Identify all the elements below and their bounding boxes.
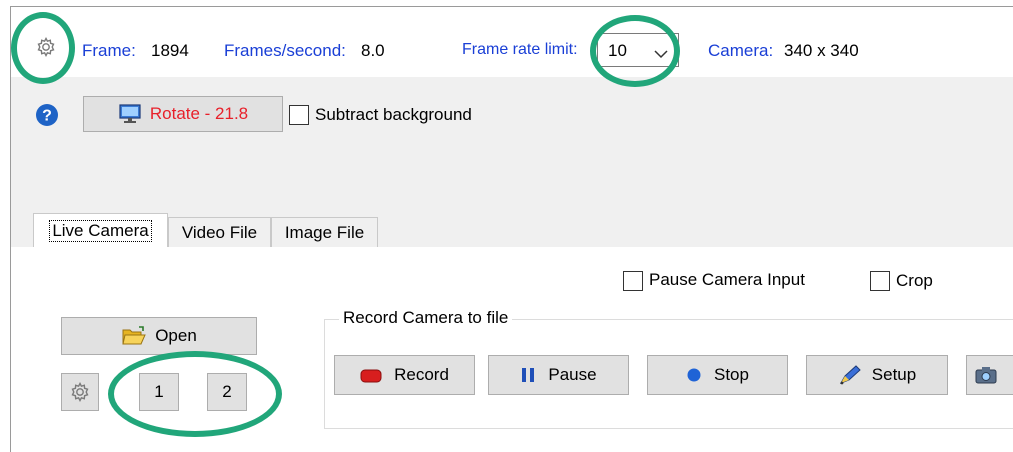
stop-icon bbox=[686, 367, 702, 383]
snapshot-button[interactable] bbox=[966, 355, 1013, 395]
gear-icon bbox=[69, 381, 91, 403]
subtract-background-checkbox[interactable] bbox=[289, 105, 309, 125]
camera-2-button[interactable]: 2 bbox=[207, 373, 247, 411]
app-window: Frame: 1894 Frames/second: 8.0 Frame rat… bbox=[10, 6, 1013, 452]
record-group-title: Record Camera to file bbox=[339, 308, 513, 328]
help-icon[interactable]: ? bbox=[35, 103, 59, 127]
stop-button[interactable]: Stop bbox=[647, 355, 788, 395]
monitor-icon bbox=[118, 104, 142, 124]
frame-label: Frame: bbox=[82, 41, 136, 60]
camera-1-button[interactable]: 1 bbox=[139, 373, 179, 411]
pause-camera-input-checkbox[interactable] bbox=[623, 271, 643, 291]
crop-label: Crop bbox=[896, 271, 933, 290]
tab-live-camera[interactable]: Live Camera bbox=[33, 213, 168, 247]
record-button[interactable]: Record bbox=[334, 355, 475, 395]
setup-button[interactable]: Setup bbox=[806, 355, 948, 395]
frame-rate-limit-select[interactable]: 10 bbox=[597, 33, 679, 67]
fps-label: Frames/second: bbox=[224, 41, 346, 60]
status-bar: Frame: 1894 Frames/second: 8.0 Frame rat… bbox=[11, 7, 1013, 77]
highlight-ring-camera-buttons bbox=[108, 351, 282, 437]
setup-pen-icon bbox=[838, 364, 862, 386]
svg-text:?: ? bbox=[42, 108, 52, 125]
camera-label: Camera: bbox=[708, 41, 774, 60]
frame-rate-limit-label: Frame rate limit: bbox=[462, 41, 578, 58]
camera-value: 340 x 340 bbox=[784, 41, 859, 60]
tab-image-file[interactable]: Image File bbox=[271, 217, 378, 247]
gear-icon[interactable] bbox=[35, 36, 57, 58]
frame-value: 1894 bbox=[151, 41, 189, 60]
camera-1-label: 1 bbox=[154, 382, 164, 401]
camera-settings-button[interactable] bbox=[61, 373, 99, 411]
frame-rate-limit-value: 10 bbox=[608, 41, 627, 60]
camera-icon bbox=[975, 366, 997, 384]
rotate-button[interactable]: Rotate - 21.8 bbox=[83, 96, 283, 132]
record-icon bbox=[360, 368, 382, 383]
chevron-down-icon bbox=[654, 44, 668, 64]
fps-value: 8.0 bbox=[361, 41, 385, 60]
record-label: Record bbox=[394, 365, 449, 384]
open-label: Open bbox=[155, 326, 197, 345]
pause-button[interactable]: Pause bbox=[488, 355, 629, 395]
subtract-background-label: Subtract background bbox=[315, 105, 472, 124]
open-button[interactable]: Open bbox=[61, 317, 257, 355]
pause-icon bbox=[520, 367, 536, 383]
folder-open-icon bbox=[121, 325, 147, 347]
stop-label: Stop bbox=[714, 365, 749, 384]
pause-camera-input-label: Pause Camera Input bbox=[649, 270, 805, 289]
rotate-label: Rotate - 21.8 bbox=[149, 104, 249, 123]
setup-label: Setup bbox=[871, 365, 917, 384]
camera-2-label: 2 bbox=[222, 382, 232, 401]
tab-video-file[interactable]: Video File bbox=[168, 217, 271, 247]
pause-label: Pause bbox=[548, 365, 597, 384]
crop-checkbox[interactable] bbox=[870, 271, 890, 291]
